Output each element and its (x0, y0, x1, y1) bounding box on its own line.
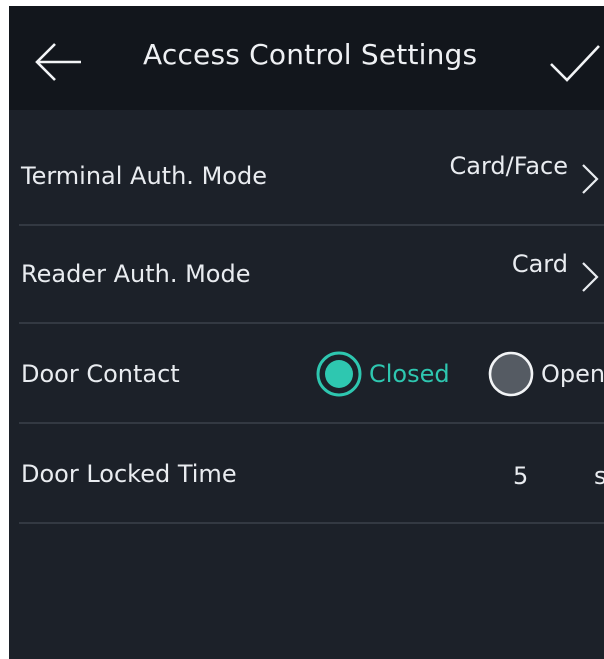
door-contact-open-label: Open (541, 360, 604, 388)
door-locked-time-unit: s (594, 462, 604, 490)
door-contact-closed-label: Closed (369, 360, 450, 388)
door-locked-time-row: Door Locked Time 5 s (19, 424, 604, 524)
terminal-auth-mode-row[interactable]: Terminal Auth. Mode Card/Face (19, 126, 604, 226)
terminal-auth-mode-value: Card/Face (449, 152, 569, 180)
door-contact-open-radio[interactable]: Open (487, 350, 604, 398)
door-contact-row: Door Contact Closed Open (19, 324, 604, 424)
checkmark-icon (550, 45, 600, 82)
door-contact-label: Door Contact (21, 360, 180, 388)
reader-auth-mode-label: Reader Auth. Mode (21, 260, 251, 288)
reader-auth-mode-value: Card (511, 250, 568, 278)
back-button[interactable] (25, 34, 89, 90)
chevron-right-icon (582, 262, 599, 292)
confirm-button[interactable] (545, 32, 604, 92)
reader-auth-mode-row[interactable]: Reader Auth. Mode Card (19, 224, 604, 324)
radio-unselected-icon (488, 351, 534, 397)
access-control-screen: Access Control Settings Terminal Auth. M… (9, 6, 604, 659)
door-contact-closed-radio[interactable]: Closed (315, 350, 450, 398)
arrow-left-icon (35, 43, 81, 81)
terminal-auth-mode-label: Terminal Auth. Mode (21, 162, 267, 190)
header-bar: Access Control Settings (9, 6, 604, 110)
door-locked-time-input[interactable]: 5 (513, 462, 528, 490)
radio-selected-icon (316, 351, 362, 397)
page-title: Access Control Settings (143, 38, 478, 71)
chevron-right-icon (582, 164, 599, 194)
door-locked-time-label: Door Locked Time (21, 460, 237, 488)
